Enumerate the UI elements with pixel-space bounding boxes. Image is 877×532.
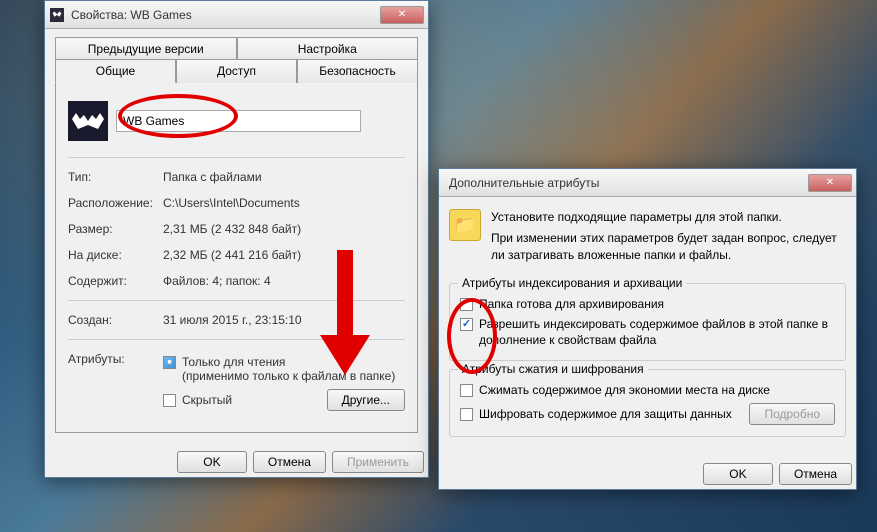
created-value: 31 июля 2015 г., 23:15:10 xyxy=(163,313,405,327)
advanced-attributes-window: Дополнительные атрибуты ✕ 📁 Установите п… xyxy=(438,168,857,490)
window-title: Дополнительные атрибуты xyxy=(443,176,808,190)
tab-panel-general: Тип:Папка с файлами Расположение:C:\User… xyxy=(55,82,418,433)
tab-sharing[interactable]: Доступ xyxy=(176,59,297,83)
ondisk-value: 2,32 МБ (2 441 216 байт) xyxy=(163,248,405,262)
close-button[interactable]: ✕ xyxy=(380,6,424,24)
hidden-checkbox[interactable] xyxy=(163,394,176,407)
ok-button[interactable]: OK xyxy=(703,463,773,485)
folder-name-input[interactable] xyxy=(116,110,361,132)
type-value: Папка с файлами xyxy=(163,170,405,184)
readonly-hint: (применимо только к файлам в папке) xyxy=(182,369,395,383)
titlebar[interactable]: Свойства: WB Games ✕ xyxy=(45,1,428,29)
size-label: Размер: xyxy=(68,222,163,236)
hidden-label: Скрытый xyxy=(182,393,327,407)
tab-customize[interactable]: Настройка xyxy=(237,37,419,60)
contains-label: Содержит: xyxy=(68,274,163,288)
archive-label: Папка готова для архивирования xyxy=(479,297,664,311)
index-label: Разрешить индексировать содержимое файло… xyxy=(479,317,835,348)
contains-value: Файлов: 4; папок: 4 xyxy=(163,274,405,288)
encrypt-label: Шифровать содержимое для защиты данных xyxy=(479,407,749,421)
cancel-button[interactable]: Отмена xyxy=(779,463,852,485)
archive-checkbox[interactable] xyxy=(460,298,473,311)
created-label: Создан: xyxy=(68,313,163,327)
location-value: C:\Users\Intel\Documents xyxy=(163,196,405,210)
titlebar[interactable]: Дополнительные атрибуты ✕ xyxy=(439,169,856,197)
cancel-button[interactable]: Отмена xyxy=(253,451,326,473)
other-attributes-button[interactable]: Другие... xyxy=(327,389,405,411)
indexing-archive-group: Атрибуты индексирования и архивации Папк… xyxy=(449,283,846,360)
details-button[interactable]: Подробно xyxy=(749,403,835,425)
compress-checkbox[interactable] xyxy=(460,384,473,397)
type-label: Тип: xyxy=(68,170,163,184)
info-line2: При изменении этих параметров будет зада… xyxy=(491,230,846,264)
location-label: Расположение: xyxy=(68,196,163,210)
tab-previous-versions[interactable]: Предыдущие версии xyxy=(55,37,237,60)
info-line1: Установите подходящие параметры для этой… xyxy=(491,209,846,226)
group-title: Атрибуты сжатия и шифрования xyxy=(458,362,648,376)
index-checkbox[interactable] xyxy=(460,318,473,331)
window-title: Свойства: WB Games xyxy=(71,8,380,22)
folder-icon xyxy=(68,101,108,141)
size-value: 2,31 МБ (2 432 848 байт) xyxy=(163,222,405,236)
group-title: Атрибуты индексирования и архивации xyxy=(458,276,686,290)
readonly-checkbox[interactable] xyxy=(163,356,176,369)
tab-general[interactable]: Общие xyxy=(55,59,176,83)
folder-info-icon: 📁 xyxy=(449,209,481,241)
attributes-label: Атрибуты: xyxy=(68,352,163,366)
ondisk-label: На диске: xyxy=(68,248,163,262)
close-button[interactable]: ✕ xyxy=(808,174,852,192)
compress-encrypt-group: Атрибуты сжатия и шифрования Сжимать сод… xyxy=(449,369,846,437)
compress-label: Сжимать содержимое для экономии места на… xyxy=(479,383,770,397)
encrypt-checkbox[interactable] xyxy=(460,408,473,421)
ok-button[interactable]: OK xyxy=(177,451,247,473)
app-icon xyxy=(49,7,65,23)
tab-security[interactable]: Безопасность xyxy=(297,59,418,83)
properties-window: Свойства: WB Games ✕ Предыдущие версии Н… xyxy=(44,0,429,478)
apply-button[interactable]: Применить xyxy=(332,451,424,473)
readonly-label: Только для чтения xyxy=(182,355,285,369)
